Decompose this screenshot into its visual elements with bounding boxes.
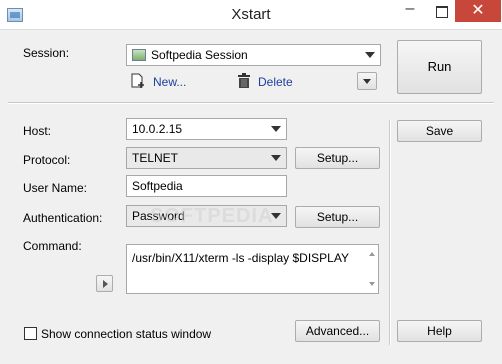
help-button[interactable]: Help (397, 320, 482, 342)
trash-icon (238, 73, 250, 88)
run-button[interactable]: Run (397, 40, 482, 94)
scroll-up-icon (369, 252, 375, 256)
close-button[interactable]: ✕ (455, 0, 501, 22)
advanced-button[interactable]: Advanced... (295, 320, 380, 342)
chevron-down-icon (271, 126, 281, 132)
protocol-value: TELNET (132, 151, 179, 165)
chevron-down-icon (365, 52, 375, 58)
session-label: Session: (23, 46, 70, 60)
separator-vertical (389, 120, 391, 345)
protocol-setup-button[interactable]: Setup... (295, 147, 380, 169)
session-menu-button[interactable] (357, 72, 377, 90)
new-session-label: New... (153, 75, 187, 89)
minimize-button[interactable]: – (393, 0, 427, 22)
command-value: /usr/bin/X11/xterm -ls -display $DISPLAY (132, 251, 349, 265)
separator-horizontal (8, 102, 494, 104)
protocol-select[interactable]: TELNET (126, 147, 287, 169)
scroll-down-icon (369, 282, 375, 286)
chevron-down-icon (271, 155, 281, 161)
host-label: Host: (23, 124, 52, 138)
triangle-down-icon (363, 79, 371, 84)
username-field[interactable]: Softpedia (126, 175, 287, 197)
session-value: Softpedia Session (151, 48, 248, 62)
triangle-right-icon (103, 280, 108, 288)
new-document-icon (131, 73, 144, 88)
authentication-setup-button[interactable]: Setup... (295, 206, 380, 228)
authentication-label: Authentication: (23, 211, 103, 225)
host-value: 10.0.2.15 (132, 122, 183, 136)
command-expand-button[interactable] (96, 275, 113, 292)
command-textarea[interactable]: /usr/bin/X11/xterm -ls -display $DISPLAY (126, 244, 379, 294)
new-session-link[interactable]: New... (130, 73, 210, 91)
protocol-label: Protocol: (23, 153, 71, 167)
maximize-button[interactable] (428, 0, 454, 22)
status-window-checkbox[interactable] (24, 327, 37, 340)
delete-session-label: Delete (258, 75, 293, 89)
session-icon (132, 49, 146, 61)
command-label: Command: (23, 239, 82, 253)
session-select[interactable]: Softpedia Session (126, 44, 381, 66)
watermark: SOFTPEDIA (150, 205, 274, 227)
status-window-label[interactable]: Show connection status window (41, 327, 211, 341)
delete-session-link[interactable]: Delete (237, 73, 297, 91)
save-button[interactable]: Save (397, 120, 482, 142)
host-combo[interactable]: 10.0.2.15 (126, 118, 287, 140)
username-label: User Name: (23, 181, 88, 195)
command-scrollbar[interactable] (367, 246, 377, 292)
